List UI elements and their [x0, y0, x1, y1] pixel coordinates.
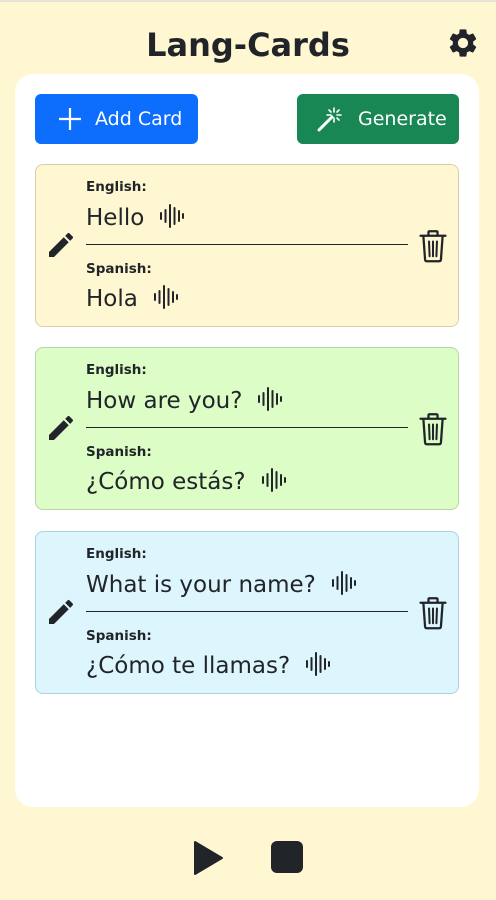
- source-text: What is your name?: [86, 572, 316, 598]
- plus-icon: [59, 108, 81, 130]
- pencil-icon[interactable]: [45, 229, 77, 261]
- card-divider: [86, 427, 408, 428]
- generate-button[interactable]: Generate: [297, 94, 459, 144]
- target-phrase: Hola: [86, 284, 178, 314]
- pencil-icon[interactable]: [45, 596, 77, 628]
- target-text: ¿Cómo estás?: [86, 469, 246, 495]
- card-divider: [86, 244, 408, 245]
- magic-wand-icon: [317, 107, 342, 132]
- source-language-label: English:: [86, 546, 147, 562]
- app-header: Lang-Cards: [0, 22, 496, 68]
- audio-wave-icon[interactable]: [256, 387, 283, 411]
- trash-icon[interactable]: [418, 229, 448, 263]
- flash-card: English: Hello Spanish: Hola: [35, 164, 459, 327]
- stop-icon[interactable]: [270, 840, 304, 874]
- audio-wave-icon[interactable]: [152, 285, 178, 309]
- audio-wave-icon[interactable]: [304, 652, 331, 676]
- trash-icon[interactable]: [418, 412, 448, 446]
- source-phrase: Hello: [86, 203, 185, 233]
- target-text: Hola: [86, 286, 138, 312]
- card-divider: [86, 611, 408, 612]
- gear-icon[interactable]: [446, 26, 480, 60]
- flash-card: English: What is your name? Spanish: ¿Có…: [35, 531, 459, 694]
- target-phrase: ¿Cómo te llamas?: [86, 651, 331, 681]
- target-text: ¿Cómo te llamas?: [86, 653, 291, 679]
- target-language-label: Spanish:: [86, 444, 152, 460]
- source-phrase: How are you?: [86, 386, 283, 416]
- target-language-label: Spanish:: [86, 261, 152, 277]
- source-text: Hello: [86, 205, 145, 231]
- target-phrase: ¿Cómo estás?: [86, 467, 286, 497]
- source-language-label: English:: [86, 362, 147, 378]
- audio-wave-icon[interactable]: [260, 468, 286, 492]
- pencil-icon[interactable]: [45, 412, 77, 444]
- cards-panel: Add Card Generate English: Hello Spanish…: [15, 74, 479, 807]
- source-language-label: English:: [86, 179, 147, 195]
- generate-label: Generate: [358, 108, 447, 130]
- play-icon[interactable]: [192, 840, 224, 876]
- audio-wave-icon[interactable]: [158, 204, 185, 228]
- flash-card: English: How are you? Spanish: ¿Cómo est…: [35, 347, 459, 510]
- add-card-label: Add Card: [95, 108, 183, 130]
- add-card-button[interactable]: Add Card: [35, 94, 198, 144]
- app-title: Lang-Cards: [146, 26, 350, 64]
- top-border: [0, 0, 496, 2]
- target-language-label: Spanish:: [86, 628, 152, 644]
- audio-wave-icon[interactable]: [330, 571, 356, 595]
- trash-icon[interactable]: [418, 596, 448, 630]
- source-phrase: What is your name?: [86, 570, 356, 600]
- playback-controls: [0, 836, 496, 880]
- source-text: How are you?: [86, 388, 243, 414]
